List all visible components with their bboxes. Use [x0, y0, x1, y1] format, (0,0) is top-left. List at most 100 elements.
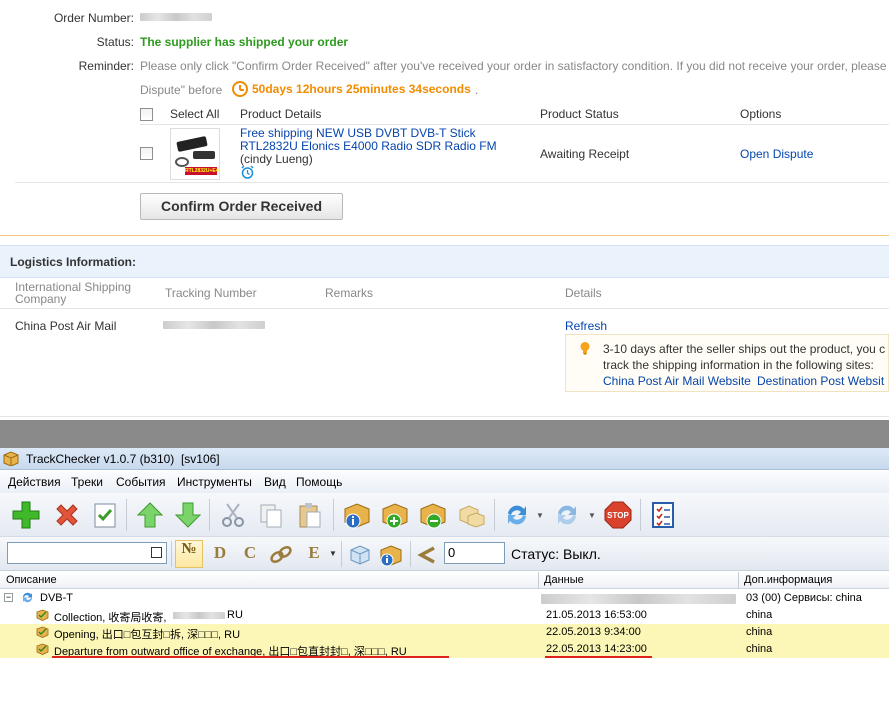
package-check-icon — [36, 643, 49, 655]
move-down-icon[interactable] — [171, 498, 205, 532]
track-group-row[interactable]: − DVB-T 03 (00) Сервисы: china — [0, 590, 889, 607]
event-description: Collection, 收寄局收寄, — [54, 612, 167, 624]
toolbar-separator — [126, 499, 127, 531]
toolbar-separator — [333, 499, 334, 531]
details-header: Details — [565, 286, 602, 300]
refresh-icon[interactable] — [500, 498, 534, 532]
chevron-down-icon[interactable]: ▼ — [329, 549, 337, 558]
track-event-row[interactable]: Collection, 收寄局收寄, RU 21.05.2013 16:53:0… — [0, 607, 889, 624]
reminder-text: Please only click "Confirm Order Receive… — [140, 59, 887, 73]
paste-icon[interactable] — [292, 498, 326, 532]
stop-icon[interactable]: STOP — [601, 498, 635, 532]
group-data-redacted — [541, 594, 736, 604]
event-location-redacted — [173, 612, 225, 619]
collapse-toggle[interactable]: − — [4, 593, 13, 602]
lightbulb-icon — [578, 341, 592, 355]
order-number-value-redacted — [140, 13, 212, 21]
product-status-header: Product Status — [540, 107, 619, 121]
refresh-link[interactable]: Refresh — [565, 319, 607, 333]
thumb-caption: RTL2832U+E4000 — [185, 167, 219, 175]
tip-line-1: 3-10 days after the seller ships out the… — [603, 342, 886, 356]
filter-e-button[interactable]: E — [302, 543, 326, 567]
product-thumbnail[interactable]: RTL2832U+E4000 — [170, 128, 220, 180]
link-chain-icon[interactable] — [268, 543, 294, 567]
cube-icon[interactable] — [348, 543, 372, 567]
menu-tracks[interactable]: Треки — [71, 475, 103, 489]
track-event-row[interactable]: Opening, 出口□包互封□拆, 深□□□, RU 22.05.2013 9… — [0, 624, 889, 641]
toolbar-separator — [640, 499, 641, 531]
shipping-tip-box: 3-10 days after the seller ships out the… — [565, 334, 889, 392]
shipping-company-value: China Post Air Mail — [15, 319, 117, 333]
counter-input[interactable]: 0 — [444, 542, 505, 564]
event-date: 21.05.2013 16:53:00 — [546, 609, 647, 621]
countdown-tail: . — [475, 83, 479, 97]
event-info: china — [746, 626, 773, 638]
open-dispute-link[interactable]: Open Dispute — [740, 147, 813, 161]
filter-d-button[interactable]: D — [208, 543, 232, 567]
red-underline — [545, 656, 652, 658]
confirm-order-received-button[interactable]: Confirm Order Received — [140, 193, 343, 220]
column-extra-info[interactable]: Доп.информация — [744, 574, 832, 586]
packages-multi-icon[interactable] — [454, 498, 488, 532]
title-bar: TrackChecker v1.0.7 (b310) [sv106] — [0, 448, 889, 470]
package-add-icon[interactable] — [378, 498, 412, 532]
china-post-website-link[interactable]: China Post Air Mail Website — [603, 374, 751, 388]
reminder-text-cont: Dispute" before — [140, 83, 223, 97]
menu-view[interactable]: Вид — [264, 475, 286, 489]
logistics-header-bar: Logistics Information: — [0, 245, 889, 278]
main-toolbar: ▼ ▼ STOP — [0, 493, 889, 537]
product-title-link[interactable]: Free shipping NEW USB DVBT DVB-T Stick R… — [240, 127, 520, 153]
search-input[interactable] — [7, 542, 167, 564]
status-label: Status: — [96, 35, 134, 49]
product-checkbox[interactable] — [140, 147, 153, 160]
menu-help[interactable]: Помощь — [296, 475, 342, 489]
group-info: 03 (00) Сервисы: china — [746, 592, 862, 604]
reminder-label: Reminder: — [78, 59, 134, 73]
filter-toolbar: № D C E ▼ 0 Статус: Выкл. — [0, 537, 889, 571]
checklist-icon[interactable] — [646, 498, 680, 532]
chevron-down-icon[interactable]: ▼ — [588, 511, 596, 520]
package-remove-icon[interactable] — [416, 498, 450, 532]
package-info-icon[interactable] — [340, 498, 374, 532]
tracking-number-header: Tracking Number — [165, 286, 257, 300]
less-than-icon[interactable] — [416, 545, 438, 565]
destination-post-website-link[interactable]: Destination Post Websit — [757, 374, 884, 388]
event-info: china — [746, 643, 773, 655]
cut-icon[interactable] — [216, 498, 250, 532]
select-all-checkbox[interactable] — [140, 108, 153, 121]
move-up-icon[interactable] — [133, 498, 167, 532]
alarm-clock-icon[interactable] — [240, 165, 255, 180]
window-gap — [0, 420, 889, 448]
app-box-icon — [3, 451, 19, 467]
countdown-timer: 50days 12hours 25minutes 34seconds — [252, 82, 471, 96]
chevron-down-icon[interactable]: ▼ — [536, 511, 544, 520]
toolbar-separator — [171, 541, 172, 567]
status-text: Статус: Выкл. — [511, 546, 601, 562]
add-icon[interactable] — [9, 498, 43, 532]
filter-number-button[interactable]: № — [175, 540, 203, 568]
column-divider[interactable] — [538, 572, 539, 589]
menu-bar: Действия Треки События Инструменты Вид П… — [0, 471, 889, 493]
shipping-company-header: International Shipping Company — [15, 280, 132, 306]
menu-tools[interactable]: Инструменты — [177, 475, 252, 489]
event-description-tail: RU — [227, 609, 243, 621]
package-check-icon — [36, 609, 49, 621]
divider — [140, 124, 889, 125]
menu-events[interactable]: События — [116, 475, 166, 489]
divider — [15, 182, 889, 183]
package-info-icon[interactable] — [378, 542, 404, 568]
copy-icon[interactable] — [254, 498, 288, 532]
filter-c-button[interactable]: C — [238, 543, 262, 567]
toolbar-separator — [209, 499, 210, 531]
delete-icon[interactable] — [50, 498, 84, 532]
product-details-header: Product Details — [240, 107, 322, 121]
column-description[interactable]: Описание — [6, 574, 57, 586]
checkbox-icon[interactable] — [151, 547, 162, 558]
column-divider[interactable] — [738, 572, 739, 589]
menu-actions[interactable]: Действия — [8, 475, 61, 489]
edit-check-icon[interactable] — [88, 498, 122, 532]
product-status-value: Awaiting Receipt — [540, 147, 630, 161]
status-value: The supplier has shipped your order — [140, 35, 349, 49]
column-data[interactable]: Данные — [544, 574, 584, 586]
refresh-all-icon[interactable] — [550, 498, 584, 532]
